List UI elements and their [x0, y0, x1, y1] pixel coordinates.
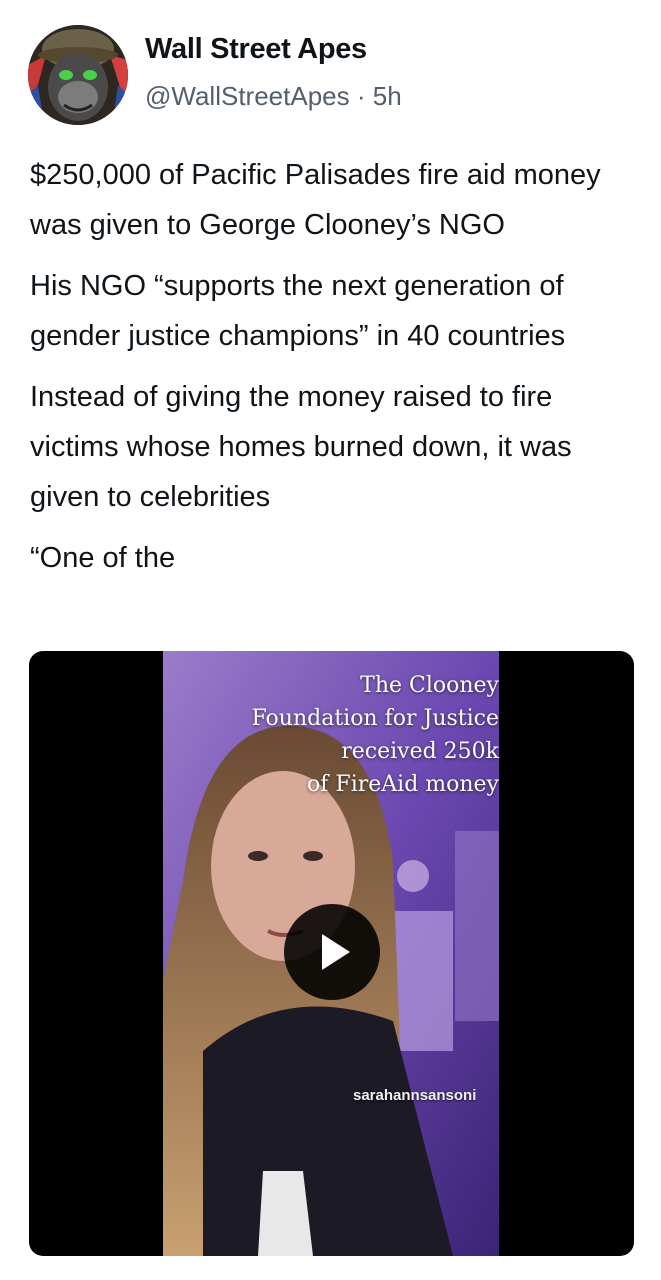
meta-separator: · — [356, 81, 366, 111]
author-handle[interactable]: @WallStreetApes — [145, 81, 350, 111]
play-button[interactable] — [284, 904, 380, 1000]
play-icon — [322, 934, 350, 970]
caption-line: The Clooney — [360, 673, 499, 698]
tweet-paragraph: Instead of giving the money raised to fi… — [30, 381, 572, 513]
tweet-paragraph: His NGO “supports the next generation of… — [30, 270, 566, 352]
tweet-timestamp[interactable]: 5h — [373, 81, 402, 111]
video-watermark: sarahannsansoni — [353, 1087, 477, 1104]
author-display-name[interactable]: Wall Street Apes — [145, 33, 367, 66]
video-player[interactable]: The Clooney Foundation for Justice recei… — [29, 651, 634, 1256]
caption-line: Foundation for Justice — [251, 706, 499, 731]
tweet-body: $250,000 of Pacific Palisades fire aid m… — [30, 150, 642, 594]
caption-line: received 250k — [341, 739, 499, 764]
video-caption-overlay: The Clooney Foundation for Justice recei… — [163, 669, 499, 801]
tweet-paragraph: $250,000 of Pacific Palisades fire aid m… — [30, 159, 601, 241]
gorilla-helmet-avatar-image — [28, 25, 128, 125]
caption-line: of FireAid money — [307, 772, 499, 797]
author-meta: @WallStreetApes · 5h — [145, 81, 402, 112]
tweet-paragraph: “One of the — [30, 542, 176, 574]
avatar[interactable] — [28, 25, 128, 125]
